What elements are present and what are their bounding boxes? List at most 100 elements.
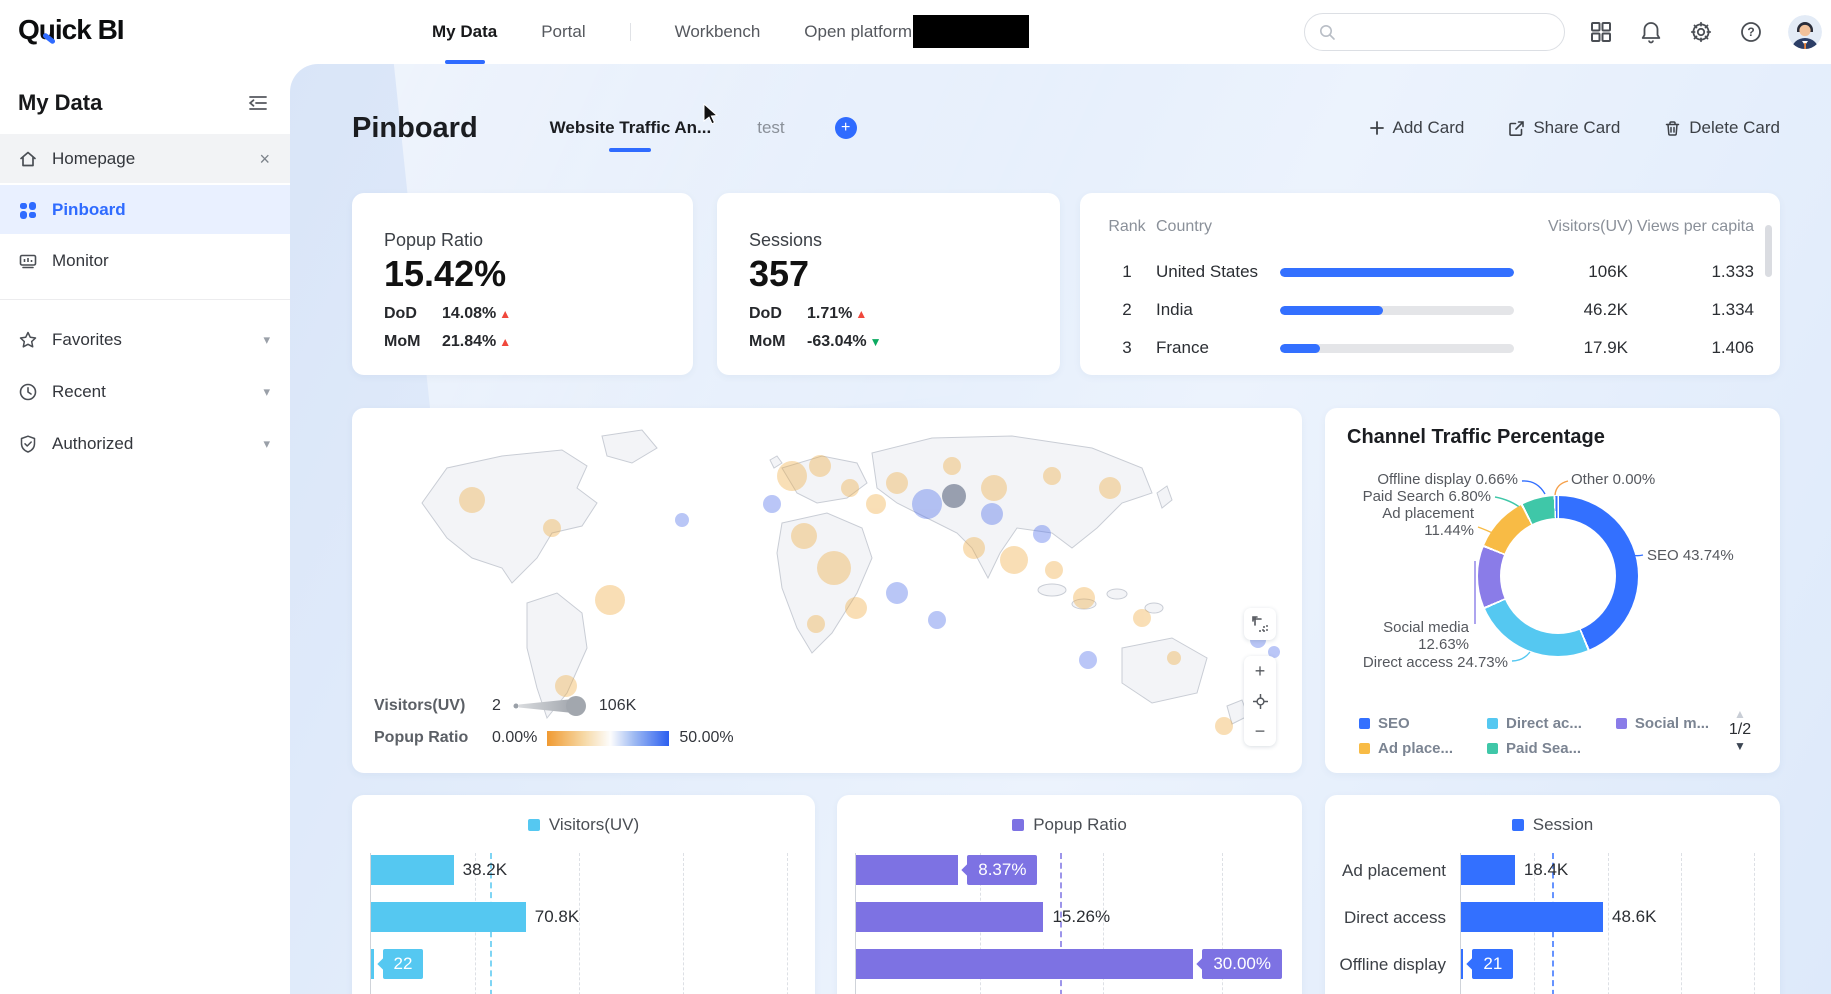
legend-swatch: [1511, 819, 1524, 831]
bar-row[interactable]: 21: [1461, 949, 1760, 979]
help-icon[interactable]: ?: [1738, 19, 1764, 45]
scrollbar-thumb[interactable]: [1765, 225, 1772, 277]
kpi-mom-row: MoM -63.04% ▼: [749, 333, 881, 351]
legend-item-seo[interactable]: SEO: [1359, 715, 1453, 732]
avatar[interactable]: [1788, 15, 1822, 49]
locate-button[interactable]: [1244, 686, 1276, 716]
share-card-button[interactable]: Share Card: [1508, 118, 1620, 138]
legend-item-ad[interactable]: Ad place...: [1359, 740, 1453, 757]
sidebar-group-authorized[interactable]: Authorized ▾: [0, 418, 290, 470]
apps-grid-icon[interactable]: [1588, 19, 1614, 45]
tab-test[interactable]: test: [757, 108, 784, 148]
pager-down-icon[interactable]: ▼: [1720, 739, 1760, 753]
bar-value: 15.26%: [1052, 907, 1111, 926]
zoom-out-button[interactable]: −: [1244, 716, 1276, 746]
quickbi-logo[interactable]: Quick BI: [18, 14, 125, 46]
color-gradient-bar: [547, 730, 670, 746]
legend-swatch: [1487, 743, 1499, 754]
bar-value-tag: 21: [1472, 949, 1514, 979]
legend-item-direct[interactable]: Direct ac...: [1487, 715, 1582, 732]
search-box[interactable]: [1304, 13, 1565, 51]
chart-legend[interactable]: Visitors(UV): [352, 815, 815, 835]
legend-label: Popup Ratio: [1033, 815, 1127, 834]
table-row[interactable]: 1 United States 106K 1.333: [1080, 253, 1780, 291]
close-icon[interactable]: ×: [259, 150, 270, 168]
bar-value: 18.4K: [1523, 860, 1569, 879]
donut-label-other: Other 0.00%: [1571, 471, 1656, 488]
category-label: Offline display: [1339, 955, 1446, 974]
bar-row[interactable]: 15.26%: [856, 902, 1282, 932]
kpi-title: Popup Ratio: [384, 230, 484, 250]
sidebar-title: My Data: [18, 90, 103, 115]
box-zoom-button[interactable]: [1244, 608, 1276, 640]
zoom-in-button[interactable]: +: [1244, 656, 1276, 686]
bar-row[interactable]: 30.00%: [856, 949, 1282, 979]
bar-row[interactable]: 22: [371, 949, 795, 979]
collapse-sidebar-icon[interactable]: [248, 94, 268, 112]
add-card-button[interactable]: Add Card: [1369, 118, 1464, 138]
kpi-mom-value: 21.84%: [442, 333, 497, 350]
legend-label: Social m...: [1634, 715, 1710, 732]
legend-item-paid[interactable]: Paid Sea...: [1487, 740, 1582, 757]
down-triangle-icon: ▼: [869, 335, 882, 349]
bar-row[interactable]: 70.8K: [371, 902, 795, 932]
cell-visitors: 17.9K: [1583, 338, 1628, 357]
nav-portal[interactable]: Portal: [541, 0, 585, 64]
search-input[interactable]: [1336, 23, 1536, 41]
legend-item-social[interactable]: Social m...: [1615, 715, 1710, 732]
bar[interactable]: [371, 902, 526, 932]
bar-row[interactable]: 8.37%: [856, 855, 1282, 885]
table-row[interactable]: 3 France 17.9K 1.406: [1080, 329, 1780, 367]
bell-icon[interactable]: [1638, 19, 1664, 45]
bar[interactable]: [856, 949, 1194, 979]
table-row[interactable]: 2 India 46.2K 1.334: [1080, 291, 1780, 329]
chart-legend[interactable]: Popup Ratio: [837, 815, 1302, 835]
sidebar-group-favorites[interactable]: Favorites ▾: [0, 314, 290, 366]
donut-ring[interactable]: [1478, 496, 1638, 656]
bar[interactable]: [371, 949, 374, 979]
sidebar-item-monitor[interactable]: Monitor: [0, 236, 290, 285]
chart-legend[interactable]: Session: [1325, 815, 1780, 835]
nav-my-data[interactable]: My Data: [432, 0, 497, 64]
donut-label-social: Social media 12.63%: [1349, 619, 1469, 653]
bar[interactable]: [371, 855, 454, 885]
chevron-down-icon: ▾: [263, 332, 270, 347]
chart-plot: 8.37% 15.26% 30.00%: [855, 853, 1282, 994]
sidebar-group-recent[interactable]: Recent ▾: [0, 366, 290, 418]
donut-label-direct: Direct access 24.73%: [1362, 654, 1508, 671]
bar[interactable]: [1461, 902, 1604, 932]
sidebar-group-label: Recent: [52, 382, 106, 401]
action-label: Delete Card: [1689, 118, 1780, 137]
session-bar-chart-card: Session Ad placement Direct access Offli…: [1325, 795, 1780, 994]
topbar-icons: ?: [1588, 0, 1822, 64]
mouse-cursor: [703, 103, 719, 125]
sidebar-item-pinboard[interactable]: Pinboard: [0, 185, 290, 234]
nav-open-platform[interactable]: Open platform: [804, 0, 912, 64]
sidebar-item-label: Homepage: [52, 148, 136, 168]
bar-row[interactable]: 38.2K: [371, 855, 795, 885]
shield-icon: [20, 435, 36, 453]
bar[interactable]: [856, 902, 1044, 932]
bar-value-tag: 30.00%: [1202, 949, 1282, 979]
bar[interactable]: [1461, 855, 1515, 885]
legend-label: Visitors(UV): [548, 815, 640, 834]
add-tab-button[interactable]: +: [834, 117, 857, 139]
bar-row[interactable]: 18.4K: [1461, 855, 1760, 885]
nav-workbench[interactable]: Workbench: [675, 0, 761, 64]
bar-row[interactable]: 48.6K: [1461, 902, 1760, 932]
pager-up-icon[interactable]: ▲: [1720, 707, 1760, 721]
donut-label-line: 11.44%: [1424, 522, 1474, 539]
delete-card-button[interactable]: Delete Card: [1664, 118, 1780, 138]
bar[interactable]: [856, 855, 959, 885]
kpi-dod-row: DoD 14.08% ▲: [384, 305, 511, 323]
sidebar-item-homepage[interactable]: Homepage ×: [0, 134, 290, 183]
size-legend-min: 2: [492, 697, 501, 714]
tab-website-traffic[interactable]: Website Traffic An...: [550, 108, 712, 148]
gear-icon[interactable]: [1688, 19, 1714, 45]
category-label: Direct access: [1343, 908, 1446, 927]
board-actions: Add Card Share Card Delete Card: [1369, 118, 1780, 138]
rank-bar: [1280, 343, 1320, 353]
logo-text: Quick BI: [18, 14, 125, 45]
bar[interactable]: [1461, 949, 1464, 979]
svg-text:?: ?: [1747, 25, 1754, 39]
